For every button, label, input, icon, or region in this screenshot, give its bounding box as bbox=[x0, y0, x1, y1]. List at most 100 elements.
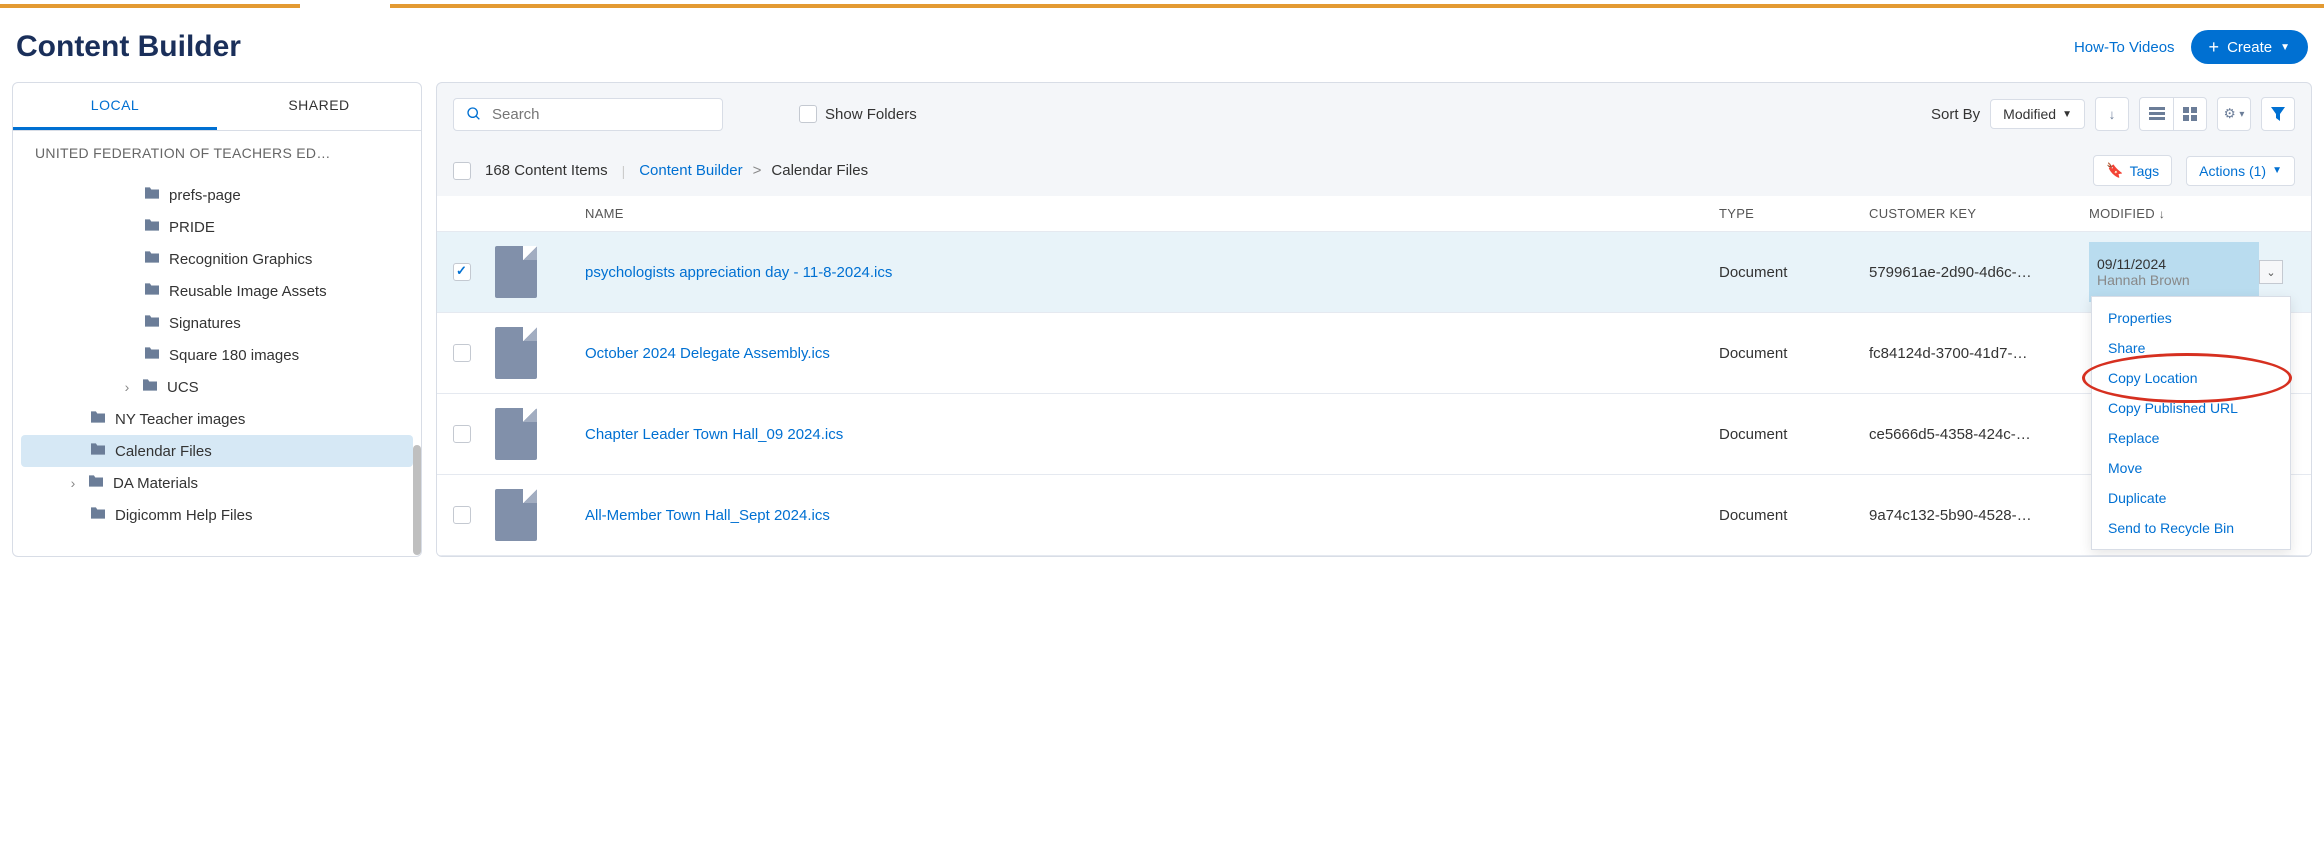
folder-item[interactable]: Recognition Graphics bbox=[21, 243, 413, 275]
context-menu-item[interactable]: Duplicate bbox=[2092, 483, 2290, 513]
content-header: 168 Content Items | Content Builder > Ca… bbox=[437, 145, 2311, 196]
tab-local[interactable]: LOCAL bbox=[13, 83, 217, 130]
folder-item[interactable]: Square 180 images bbox=[21, 339, 413, 371]
show-folders-toggle[interactable]: Show Folders bbox=[799, 105, 917, 123]
search-box[interactable] bbox=[453, 98, 723, 131]
context-menu-item[interactable]: Send to Recycle Bin bbox=[2092, 513, 2290, 543]
table-header: NAME TYPE CUSTOMER KEY MODIFIED ↓ bbox=[437, 196, 2311, 232]
folder-label: PRIDE bbox=[169, 219, 215, 236]
row-key: ce5666d5-4358-424c-… bbox=[1869, 426, 2089, 443]
caret-down-icon: ▼ bbox=[2272, 165, 2282, 176]
tag-icon: 🔖 bbox=[2106, 162, 2123, 179]
actions-button[interactable]: Actions (1) ▼ bbox=[2186, 156, 2295, 186]
folder-item[interactable]: Signatures bbox=[21, 307, 413, 339]
list-view-button[interactable] bbox=[2139, 97, 2173, 131]
search-icon bbox=[466, 106, 482, 122]
col-key[interactable]: CUSTOMER KEY bbox=[1869, 206, 2089, 221]
caret-down-icon: ▾ bbox=[2239, 109, 2244, 120]
row-menu-button[interactable]: ⌄ bbox=[2259, 260, 2283, 284]
top-accent-bar bbox=[0, 0, 2324, 8]
row-key: 579961ae-2d90-4d6c-… bbox=[1869, 264, 2089, 281]
table-row[interactable]: October 2024 Delegate Assembly.ics Docume… bbox=[437, 313, 2311, 394]
folder-item[interactable]: › DA Materials bbox=[21, 467, 413, 499]
folder-icon bbox=[141, 378, 159, 396]
document-icon bbox=[495, 408, 537, 460]
row-checkbox[interactable] bbox=[453, 344, 471, 362]
breadcrumb-current: Calendar Files bbox=[771, 162, 868, 179]
folder-item[interactable]: Calendar Files bbox=[21, 435, 413, 467]
folder-icon bbox=[143, 218, 161, 236]
create-button[interactable]: + Create ▼ bbox=[2191, 30, 2308, 64]
row-checkbox[interactable] bbox=[453, 263, 471, 281]
row-key: 9a74c132-5b90-4528-… bbox=[1869, 507, 2089, 524]
content-table: NAME TYPE CUSTOMER KEY MODIFIED ↓ psycho… bbox=[437, 196, 2311, 556]
row-key: fc84124d-3700-41d7-… bbox=[1869, 345, 2089, 362]
select-all-checkbox[interactable] bbox=[453, 162, 471, 180]
folder-label: Reusable Image Assets bbox=[169, 283, 327, 300]
col-type[interactable]: TYPE bbox=[1719, 206, 1869, 221]
folder-icon bbox=[89, 506, 107, 524]
folder-item[interactable]: Digicomm Help Files bbox=[21, 499, 413, 531]
row-type: Document bbox=[1719, 345, 1869, 362]
folder-item[interactable]: Reusable Image Assets bbox=[21, 275, 413, 307]
breadcrumb: Content Builder > Calendar Files bbox=[639, 162, 868, 179]
context-menu-item[interactable]: Replace bbox=[2092, 423, 2290, 453]
context-menu-item[interactable]: Copy Published URL bbox=[2092, 393, 2290, 423]
show-folders-checkbox[interactable] bbox=[799, 105, 817, 123]
page-header: Content Builder How-To Videos + Create ▼ bbox=[0, 8, 2324, 82]
search-input[interactable] bbox=[492, 106, 710, 123]
howto-link[interactable]: How-To Videos bbox=[2074, 39, 2175, 56]
row-type: Document bbox=[1719, 426, 1869, 443]
divider: | bbox=[622, 163, 626, 179]
scrollbar-thumb[interactable] bbox=[413, 445, 421, 555]
chevron-right-icon: › bbox=[121, 379, 133, 395]
table-row[interactable]: Chapter Leader Town Hall_09 2024.ics Docu… bbox=[437, 394, 2311, 475]
folder-icon bbox=[143, 314, 161, 332]
folder-item[interactable]: › UCS bbox=[21, 371, 413, 403]
col-name[interactable]: NAME bbox=[585, 206, 1719, 221]
settings-button[interactable]: ⚙ ▾ bbox=[2217, 97, 2251, 131]
folder-label: NY Teacher images bbox=[115, 411, 245, 428]
caret-down-icon: ▼ bbox=[2062, 109, 2072, 120]
folder-item[interactable]: PRIDE bbox=[21, 211, 413, 243]
folder-icon bbox=[143, 186, 161, 204]
actions-label: Actions (1) bbox=[2199, 163, 2266, 179]
document-icon bbox=[495, 327, 537, 379]
context-menu-item[interactable]: Properties bbox=[2092, 303, 2290, 333]
folder-item[interactable]: prefs-page bbox=[21, 179, 413, 211]
folder-label: DA Materials bbox=[113, 475, 198, 492]
sort-select[interactable]: Modified ▼ bbox=[1990, 99, 2085, 129]
breadcrumb-root[interactable]: Content Builder bbox=[639, 162, 742, 179]
plus-icon: + bbox=[2209, 38, 2220, 56]
row-name[interactable]: Chapter Leader Town Hall_09 2024.ics bbox=[585, 426, 843, 443]
row-type: Document bbox=[1719, 264, 1869, 281]
folder-tree: prefs-page PRIDE Recognition Graphics Reusa… bbox=[13, 175, 421, 547]
grid-icon bbox=[2183, 107, 2197, 121]
folder-label: Recognition Graphics bbox=[169, 251, 312, 268]
tags-button[interactable]: 🔖 Tags bbox=[2093, 155, 2172, 186]
row-name[interactable]: psychologists appreciation day - 11-8-20… bbox=[585, 264, 892, 281]
filter-button[interactable] bbox=[2261, 97, 2295, 131]
row-checkbox[interactable] bbox=[453, 425, 471, 443]
row-name[interactable]: October 2024 Delegate Assembly.ics bbox=[585, 345, 830, 362]
tab-shared[interactable]: SHARED bbox=[217, 83, 421, 130]
item-count: 168 Content Items bbox=[485, 162, 608, 179]
table-row[interactable]: psychologists appreciation day - 11-8-20… bbox=[437, 232, 2311, 313]
context-menu-item[interactable]: Share bbox=[2092, 333, 2290, 363]
row-checkbox[interactable] bbox=[453, 506, 471, 524]
caret-down-icon: ▼ bbox=[2280, 42, 2290, 53]
folder-item[interactable]: NY Teacher images bbox=[21, 403, 413, 435]
sort-direction-button[interactable]: ↓ bbox=[2095, 97, 2129, 131]
col-modified[interactable]: MODIFIED ↓ bbox=[2089, 206, 2259, 221]
table-row[interactable]: All-Member Town Hall_Sept 2024.ics Docume… bbox=[437, 475, 2311, 556]
context-menu-item[interactable]: Move bbox=[2092, 453, 2290, 483]
row-type: Document bbox=[1719, 507, 1869, 524]
grid-view-button[interactable] bbox=[2173, 97, 2207, 131]
context-menu: PropertiesShareCopy LocationCopy Publish… bbox=[2091, 296, 2291, 550]
filter-icon bbox=[2271, 107, 2285, 121]
row-name[interactable]: All-Member Town Hall_Sept 2024.ics bbox=[585, 507, 830, 524]
folder-label: UCS bbox=[167, 379, 199, 396]
chevron-right-icon: › bbox=[67, 475, 79, 491]
context-menu-item[interactable]: Copy Location bbox=[2092, 363, 2290, 393]
folder-label: Square 180 images bbox=[169, 347, 299, 364]
